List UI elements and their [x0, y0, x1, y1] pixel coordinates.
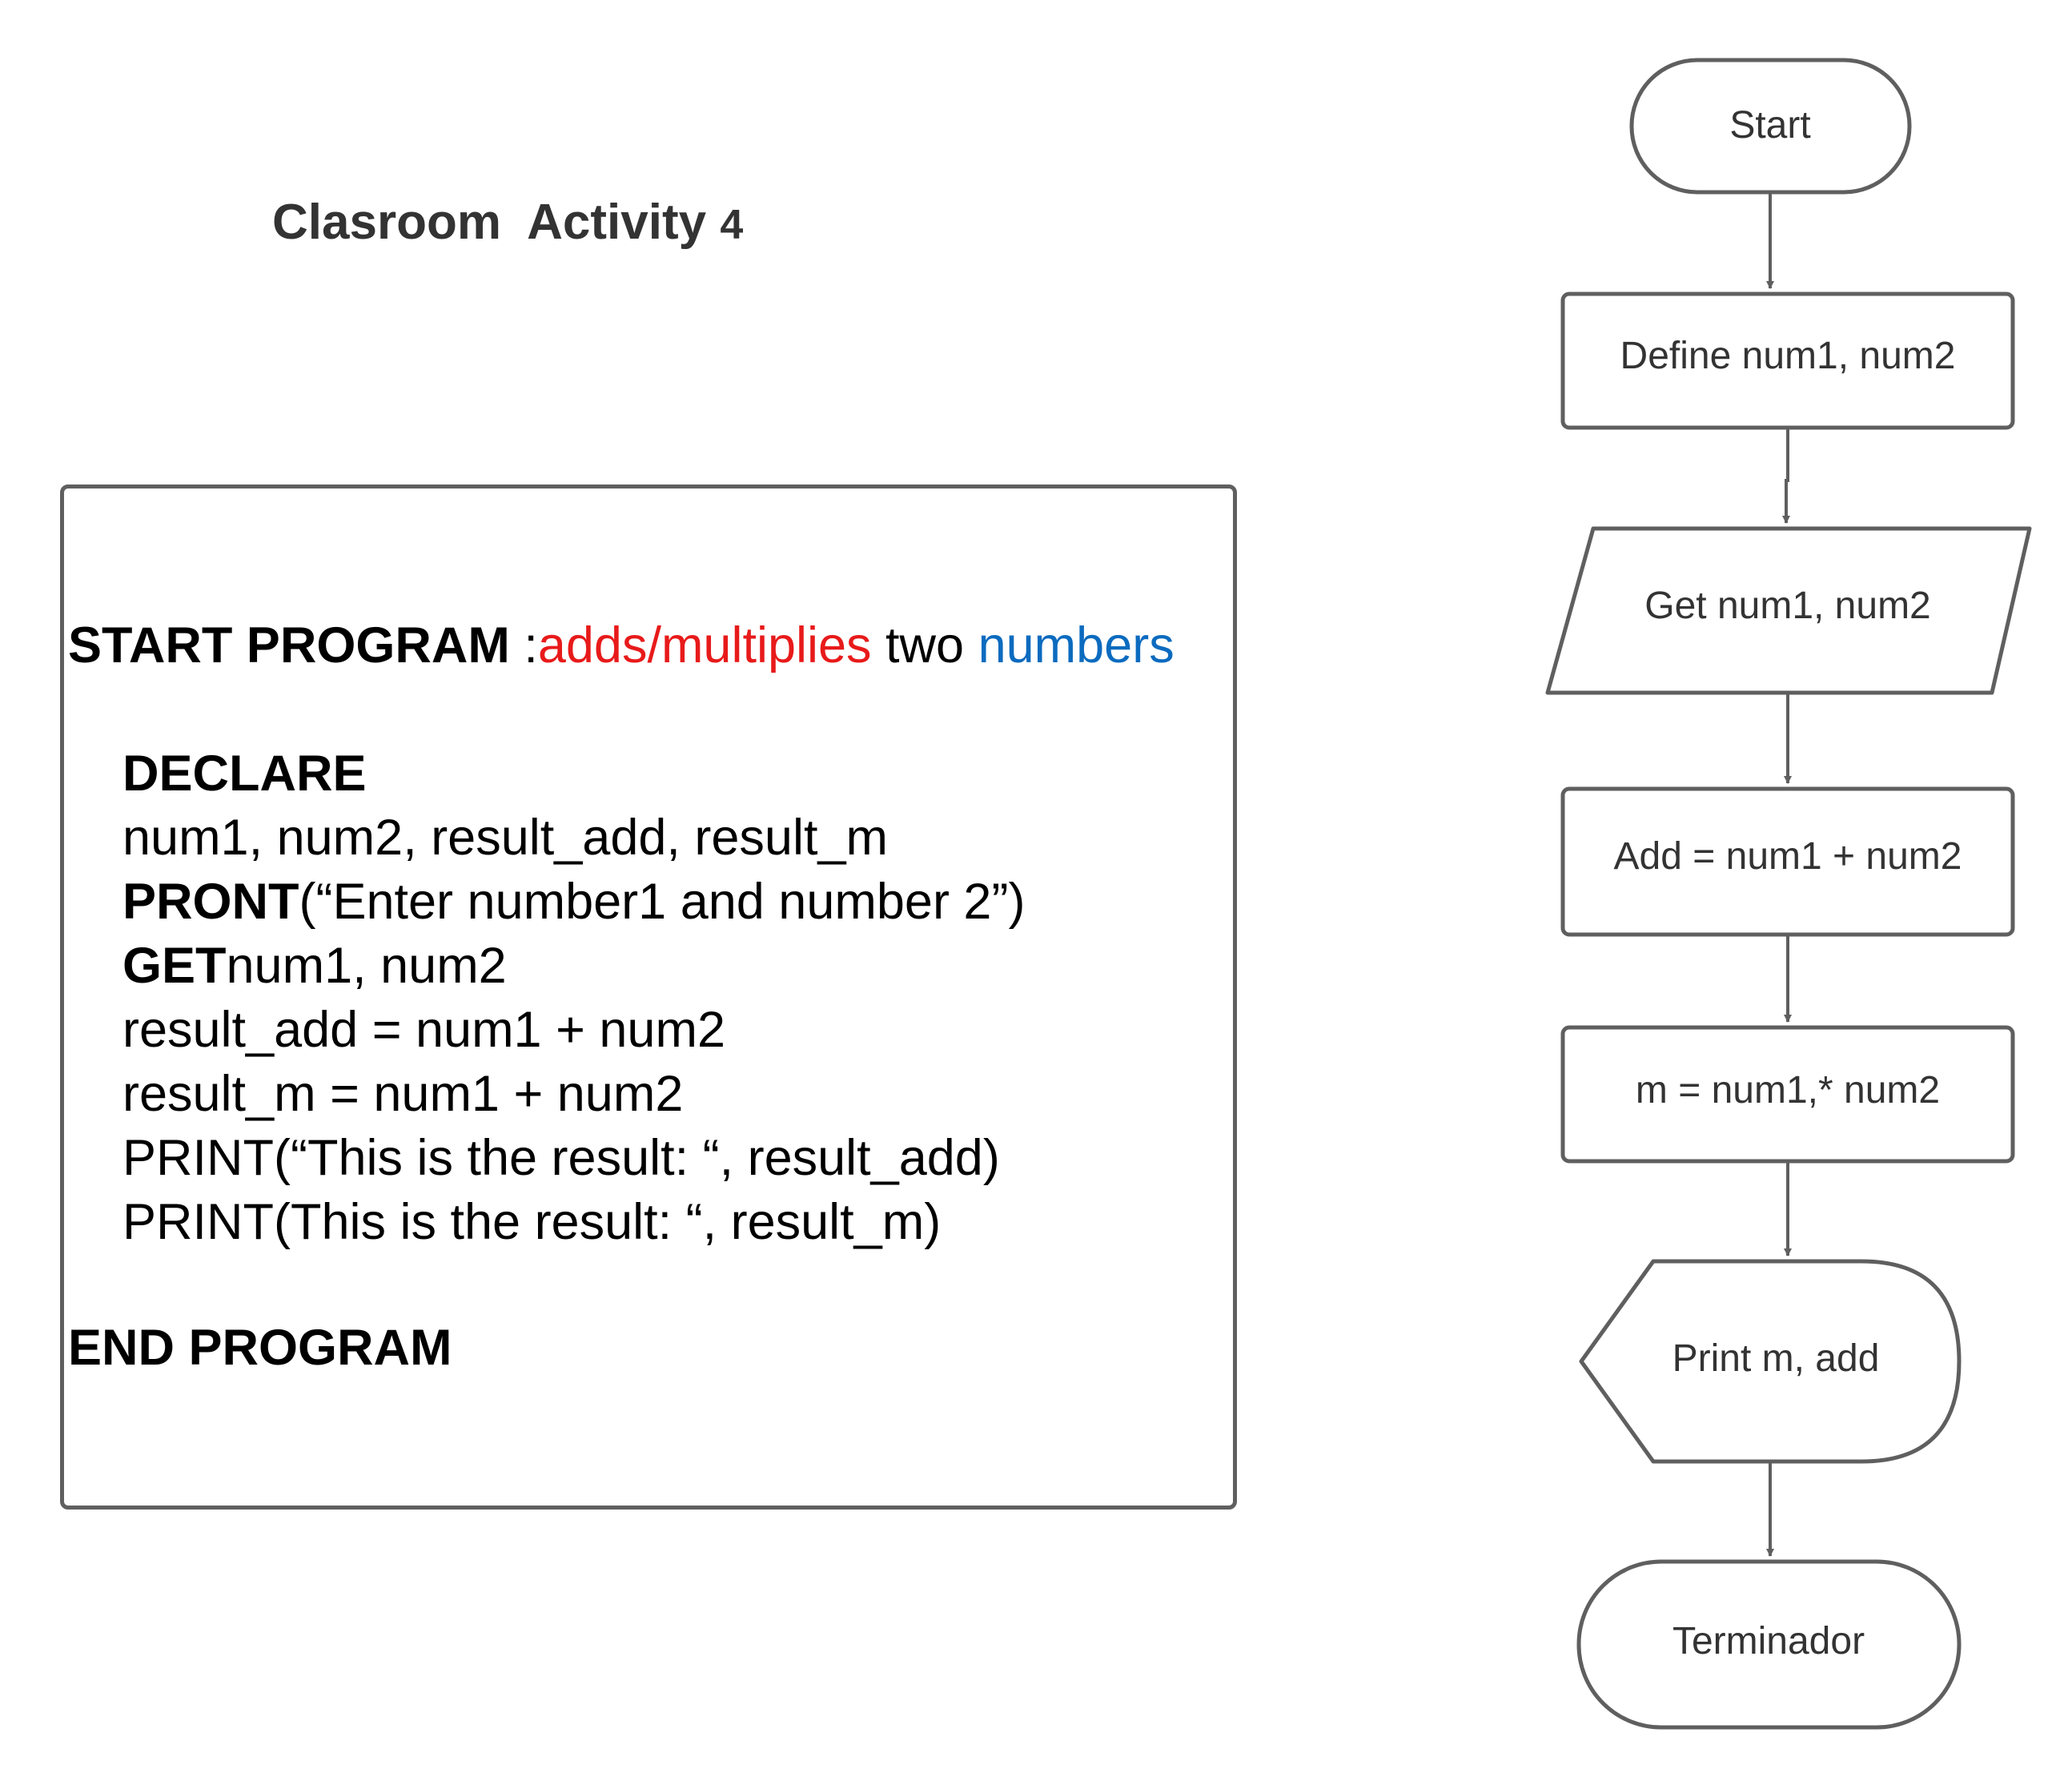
define-label: Define num1, num2 [1620, 335, 1956, 377]
arrow-define-to-get [1782, 428, 1790, 524]
add-label: Add = num1 + num2 [1614, 835, 1962, 878]
end-label: Terminador [1672, 1620, 1865, 1662]
start-label: Start [1729, 104, 1810, 147]
print-label: Print m, add [1672, 1337, 1880, 1380]
flowchart: Start Define num1, num2 Get num1, num2 A… [1545, 58, 2032, 1730]
mult-label: m = num1,* num2 [1636, 1069, 1940, 1112]
get-label: Get num1, num2 [1644, 585, 1931, 627]
